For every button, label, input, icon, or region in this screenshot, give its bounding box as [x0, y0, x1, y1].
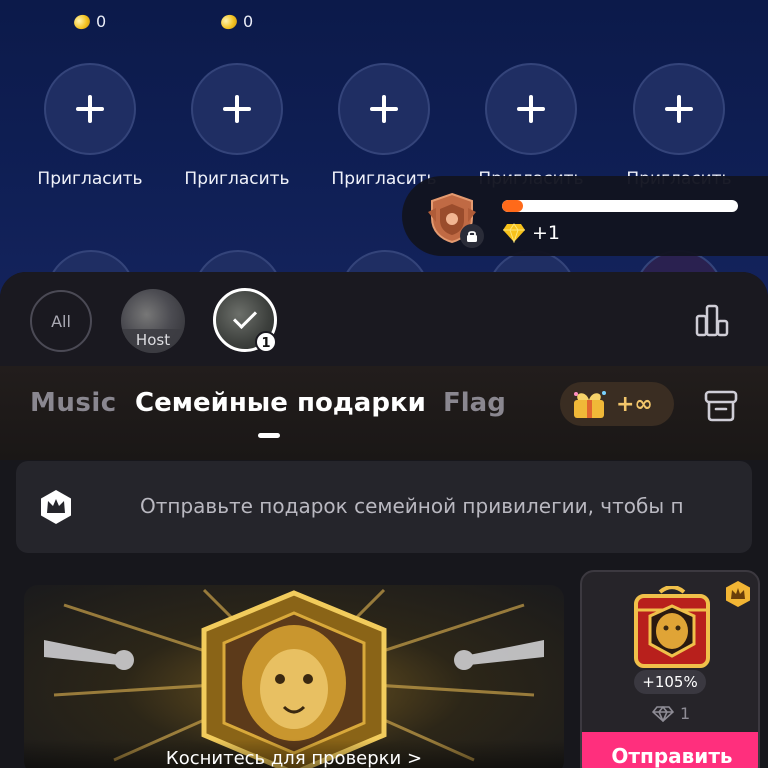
infinity-label: +∞ [616, 391, 653, 417]
notice-text: Отправьте подарок семейной привилегии, ч… [140, 494, 684, 518]
level-progress-fill [502, 200, 524, 212]
bar-chart-icon[interactable] [694, 302, 730, 338]
crown-badge-icon [726, 581, 750, 607]
gift-price: 1 [652, 704, 690, 723]
invite-seat-label: Пригласить [37, 169, 143, 189]
tab-music[interactable]: Music [30, 388, 117, 418]
invite-seat-button[interactable] [338, 63, 430, 155]
crown-icon [41, 490, 71, 524]
host-tag: Host [121, 329, 185, 353]
plus-icon [665, 95, 693, 123]
invite-seat-button[interactable] [485, 63, 577, 155]
level-progress-bar [502, 200, 738, 212]
tab-family-gifts[interactable]: Семейные подарки [135, 388, 426, 418]
recipient-bar: All Host 1 [0, 272, 768, 366]
coin-icon [72, 12, 92, 31]
invite-seat-button[interactable] [191, 63, 283, 155]
seat-coin-count: 0 [72, 12, 106, 31]
selected-count-badge: 1 [255, 331, 277, 353]
invite-seat[interactable]: Пригласить [37, 63, 143, 189]
invite-seat[interactable]: Пригласить [626, 63, 732, 189]
backpack-box-icon[interactable] [702, 386, 740, 424]
diamond-outline-icon [652, 705, 674, 722]
diamond-icon [503, 223, 525, 243]
plus-icon [76, 95, 104, 123]
gift-content: Отправьте подарок семейной привилегии, ч… [0, 460, 768, 768]
lock-icon [460, 224, 484, 248]
invite-seat[interactable]: Пригласить [184, 63, 290, 189]
tab-flag[interactable]: Flag [443, 388, 506, 418]
gift-box-icon [574, 391, 606, 418]
banner-check-link[interactable]: Коснитесь для проверки > [24, 739, 564, 768]
invite-seat-button[interactable] [633, 63, 725, 155]
invite-seat[interactable]: Пригласить [478, 63, 584, 189]
seat-coin-count: 0 [219, 12, 253, 31]
gift-category-tabs: Music Семейные подарки Flag +∞ [0, 366, 768, 460]
coin-icon [219, 12, 239, 31]
invite-seat-label: Пригласить [184, 169, 290, 189]
family-privilege-notice[interactable]: Отправьте подарок семейной привилегии, ч… [16, 461, 752, 553]
plus-icon [223, 95, 251, 123]
gift-bonus-badge: +105% [634, 670, 706, 694]
invite-seat-button[interactable] [44, 63, 136, 155]
family-privilege-pill[interactable]: +∞ [560, 382, 674, 426]
level-progress-pill[interactable]: +1 [402, 176, 768, 256]
send-button[interactable]: Отправить [582, 732, 758, 768]
invite-seat[interactable]: Пригласить [331, 63, 437, 189]
recipient-all[interactable]: All [30, 290, 92, 352]
family-gift-banner[interactable]: Коснитесь для проверки > [24, 585, 564, 768]
gift-card-selected[interactable]: +105% 1 Отправить [580, 570, 760, 768]
gem-reward: +1 [502, 222, 560, 244]
recipient-host-avatar[interactable]: Host [121, 289, 185, 353]
plus-icon [370, 95, 398, 123]
active-tab-indicator [258, 433, 280, 438]
plus-icon [517, 95, 545, 123]
lion-gift-icon [634, 586, 710, 668]
check-icon [232, 304, 258, 330]
gift-panel: All Host 1 Music Семейные подарки Flag +… [0, 272, 768, 768]
